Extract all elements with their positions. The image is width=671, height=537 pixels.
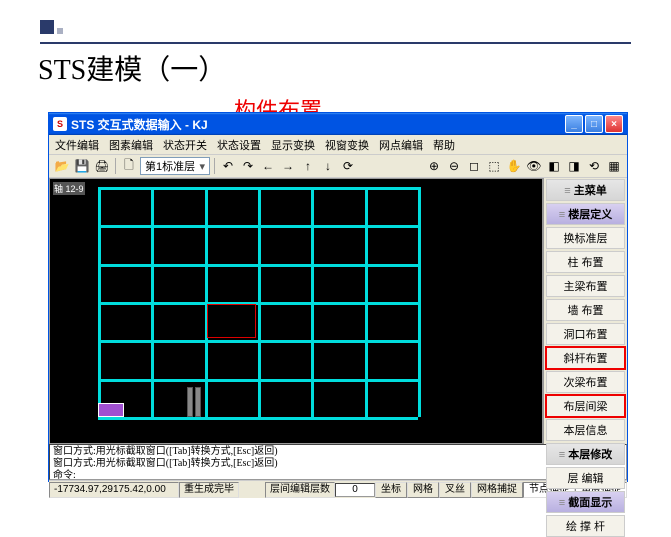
up-icon[interactable]: ↑ (299, 157, 317, 175)
rotate-icon[interactable]: ⟳ (339, 157, 357, 175)
regen-status: 重生成完毕 (179, 482, 239, 498)
slide-title: STS建模（一） (38, 48, 631, 88)
panel-section-floor-def[interactable]: 楼层定义 (546, 203, 625, 225)
panel-cmd[interactable]: 墙 布置 (546, 299, 625, 321)
status-toggle[interactable]: 坐标 (375, 482, 407, 498)
floor-input[interactable] (335, 483, 375, 497)
layer-select[interactable]: 第1标准层 (140, 157, 210, 175)
print-icon[interactable]: 🖨 (93, 157, 111, 175)
status-toggle[interactable]: 叉丝 (439, 482, 471, 498)
menubar: 文件编辑图素编辑状态开关状态设置显示变换视窗变换网点编辑帮助 (49, 135, 627, 155)
window-zoom-icon[interactable]: ⬚ (485, 157, 503, 175)
undo-icon[interactable]: ↶ (219, 157, 237, 175)
panel-main-menu[interactable]: 主菜单 (546, 179, 625, 201)
floor-label: 层间编辑层数 (265, 482, 335, 498)
panel-cmd[interactable]: 主梁布置 (546, 275, 625, 297)
status-toggle[interactable]: 网格捕捉 (471, 482, 523, 498)
maximize-button[interactable]: □ (585, 115, 603, 133)
window-title: STS 交互式数据输入 - KJ (71, 116, 565, 133)
panel-cmd[interactable]: 次梁布置 (546, 371, 625, 393)
coords-display: -17734.97,29175.42,0.00 (49, 482, 179, 498)
app-icon: S (53, 117, 67, 131)
panel-cmd[interactable]: 洞口布置 (546, 323, 625, 345)
pan-icon[interactable]: ✋ (505, 157, 523, 175)
left-icon[interactable]: ← (259, 157, 277, 175)
status-toggle[interactable]: 网格 (407, 482, 439, 498)
zoom-in-icon[interactable]: ⊕ (425, 157, 443, 175)
frame-icon[interactable]: ▦ (605, 157, 623, 175)
misc2-icon[interactable]: ◨ (565, 157, 583, 175)
menu-item[interactable]: 网点编辑 (379, 137, 423, 153)
refresh-icon[interactable]: ⟲ (585, 157, 603, 175)
down-icon[interactable]: ↓ (319, 157, 337, 175)
axis-label: 轴 12-9 (53, 182, 85, 195)
zoom-out-icon[interactable]: ⊖ (445, 157, 463, 175)
panel-cmd[interactable]: 本层信息 (546, 419, 625, 441)
menu-item[interactable]: 显示变换 (271, 137, 315, 153)
app-window: S STS 交互式数据输入 - KJ _ □ × 文件编辑图素编辑状态开关状态设… (48, 112, 628, 482)
right-icon[interactable]: → (279, 157, 297, 175)
menu-item[interactable]: 帮助 (433, 137, 455, 153)
close-button[interactable]: × (605, 115, 623, 133)
fit-icon[interactable]: ◻ (465, 157, 483, 175)
save-icon[interactable]: 💾 (73, 157, 91, 175)
minimize-button[interactable]: _ (565, 115, 583, 133)
command-log: 窗口方式:用光标截取窗口([Tab]转换方式,[Esc]返回) 窗口方式:用光标… (49, 444, 627, 480)
doc-icon[interactable]: 🗋 (120, 157, 138, 175)
panel-cmd[interactable]: 层 编辑 (546, 467, 625, 489)
misc1-icon[interactable]: ◧ (545, 157, 563, 175)
open-icon[interactable]: 📂 (53, 157, 71, 175)
command-panel: 主菜单楼层定义换标准层柱 布置主梁布置墙 布置洞口布置斜杆布置次梁布置布层间梁本… (543, 178, 627, 444)
statusbar: -17734.97,29175.42,0.00 重生成完毕 层间编辑层数 坐标网… (49, 480, 627, 498)
menu-item[interactable]: 状态设置 (217, 137, 261, 153)
panel-cmd[interactable]: 斜杆布置 (546, 347, 625, 369)
panel-section-section-disp[interactable]: 截面显示 (546, 491, 625, 513)
menu-item[interactable]: 图素编辑 (109, 137, 153, 153)
panel-cmd[interactable]: 换标准层 (546, 227, 625, 249)
menu-item[interactable]: 视窗变换 (325, 137, 369, 153)
drawing-canvas[interactable]: 轴 12-9 (49, 178, 543, 444)
titlebar: S STS 交互式数据输入 - KJ _ □ × (49, 113, 627, 135)
panel-section-floor-mod[interactable]: 本层修改 (546, 443, 625, 465)
eye-icon[interactable]: 👁 (525, 157, 543, 175)
redo-icon[interactable]: ↷ (239, 157, 257, 175)
panel-cmd[interactable]: 布层间梁 (546, 395, 625, 417)
panel-cmd[interactable]: 绘 撑 杆 (546, 515, 625, 537)
toolbar-1: 📂 💾 🖨 🗋 第1标准层 ↶ ↷ ← → ↑ ↓ ⟳ ⊕ ⊖ ◻ ⬚ ✋ 👁 … (49, 155, 627, 178)
menu-item[interactable]: 文件编辑 (55, 137, 99, 153)
menu-item[interactable]: 状态开关 (163, 137, 207, 153)
panel-cmd[interactable]: 柱 布置 (546, 251, 625, 273)
